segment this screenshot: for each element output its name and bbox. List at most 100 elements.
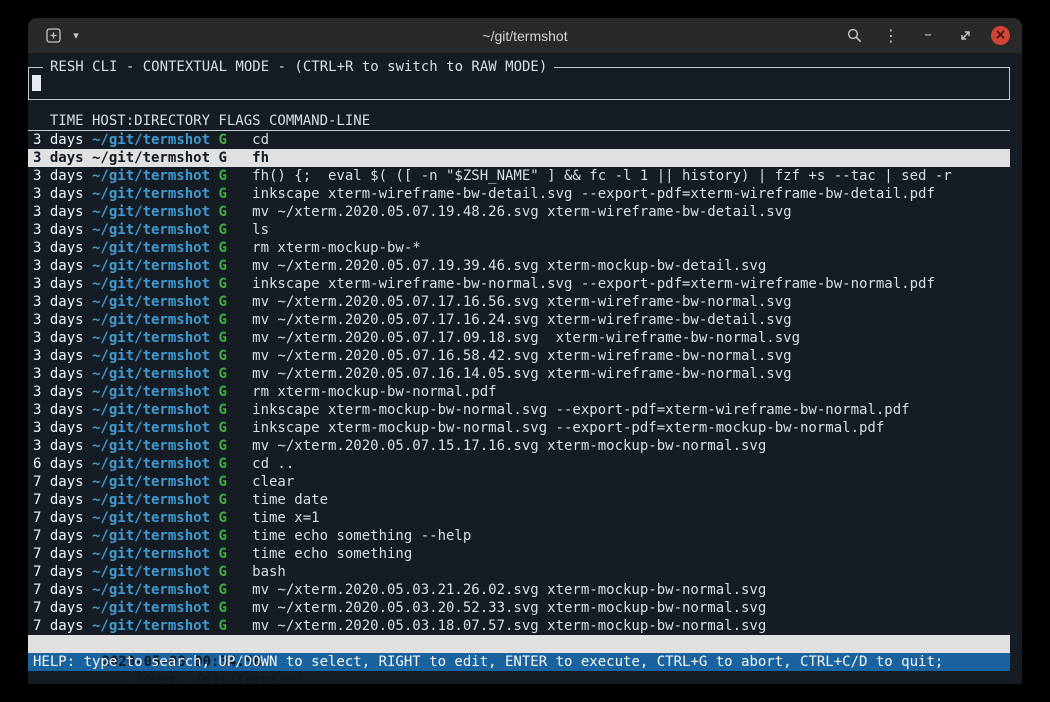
history-row[interactable]: 7 days~/git/termshotGtime date (28, 491, 1010, 509)
row-flags: G (218, 491, 243, 509)
new-tab-button[interactable] (42, 25, 64, 47)
row-host: ~/git/termshot (92, 257, 210, 275)
row-command: inkscape xterm-mockup-bw-normal.svg --ex… (252, 419, 884, 437)
history-row[interactable]: 7 days~/git/termshotGbash (28, 563, 1010, 581)
row-host: ~/git/termshot (92, 545, 210, 563)
history-row[interactable]: 3 days~/git/termshotGinkscape xterm-mock… (28, 419, 1010, 437)
history-row[interactable]: 3 days~/git/termshotGinkscape xterm-wire… (28, 185, 1010, 203)
row-command: time echo something --help (252, 527, 471, 545)
status-location: tower:~/git/termshot (135, 672, 304, 684)
row-time: 3 days (33, 311, 84, 329)
resh-mode-title: RESH CLI - CONTEXTUAL MODE - (CTRL+R to … (43, 58, 554, 76)
row-host: ~/git/termshot (92, 437, 210, 455)
history-row[interactable]: 3 days~/git/termshotGfh (28, 149, 1010, 167)
history-row[interactable]: 7 days~/git/termshotGmv ~/xterm.2020.05.… (28, 581, 1010, 599)
menu-button[interactable]: ⋮ (880, 25, 902, 47)
history-list: 3 days~/git/termshotGcd3 days~/git/terms… (28, 131, 1010, 635)
row-flags: G (218, 221, 243, 239)
history-row[interactable]: 7 days~/git/termshotGtime echo something (28, 545, 1010, 563)
history-row[interactable]: 3 days~/git/termshotGinkscape xterm-wire… (28, 275, 1010, 293)
row-flags: G (218, 617, 243, 635)
close-button[interactable]: × (991, 26, 1010, 45)
history-row[interactable]: 3 days~/git/termshotGmv ~/xterm.2020.05.… (28, 203, 1010, 221)
row-command: time date (252, 491, 328, 509)
row-time: 7 days (33, 599, 84, 617)
history-row[interactable]: 7 days~/git/termshotGtime echo something… (28, 527, 1010, 545)
history-row[interactable]: 3 days~/git/termshotGrm xterm-mockup-bw-… (28, 239, 1010, 257)
row-time: 3 days (33, 203, 84, 221)
row-time: 3 days (33, 365, 84, 383)
row-command: inkscape xterm-wireframe-bw-detail.svg -… (252, 185, 935, 203)
titlebar-right-controls: ⋮ – × (843, 25, 1010, 47)
row-flags: G (218, 527, 243, 545)
titlebar[interactable]: ▾ ~/git/termshot ⋮ – (28, 18, 1022, 54)
row-flags: G (218, 509, 243, 527)
row-time: 3 days (33, 239, 84, 257)
row-host: ~/git/termshot (92, 185, 210, 203)
new-tab-icon (45, 27, 62, 44)
row-command: cd (252, 131, 269, 149)
row-flags: G (218, 329, 243, 347)
row-host: ~/git/termshot (92, 491, 210, 509)
search-button[interactable] (843, 25, 865, 47)
row-host: ~/git/termshot (92, 221, 210, 239)
row-time: 7 days (33, 527, 84, 545)
row-time: 7 days (33, 509, 84, 527)
history-row[interactable]: 3 days~/git/termshotGfh() {; eval $( ([ … (28, 167, 1010, 185)
history-row[interactable]: 3 days~/git/termshotGinkscape xterm-mock… (28, 401, 1010, 419)
row-host: ~/git/termshot (92, 365, 210, 383)
history-row[interactable]: 3 days~/git/termshotGmv ~/xterm.2020.05.… (28, 365, 1010, 383)
row-host: ~/git/termshot (92, 131, 210, 149)
row-command: fh() {; eval $( ([ -n "$ZSH_NAME" ] && f… (252, 167, 952, 185)
row-time: 3 days (33, 419, 84, 437)
row-command: mv ~/xterm.2020.05.07.15.17.16.svg xterm… (252, 437, 766, 455)
row-host: ~/git/termshot (92, 149, 210, 167)
history-row[interactable]: 3 days~/git/termshotGmv ~/xterm.2020.05.… (28, 311, 1010, 329)
row-host: ~/git/termshot (92, 563, 210, 581)
row-time: 3 days (33, 347, 84, 365)
history-row[interactable]: 3 days~/git/termshotGmv ~/xterm.2020.05.… (28, 293, 1010, 311)
history-row[interactable]: 7 days~/git/termshotGmv ~/xterm.2020.05.… (28, 617, 1010, 635)
row-host: ~/git/termshot (92, 383, 210, 401)
history-row[interactable]: 3 days~/git/termshotGmv ~/xterm.2020.05.… (28, 257, 1010, 275)
maximize-button[interactable] (954, 25, 976, 47)
history-row[interactable]: 7 days~/git/termshotGclear (28, 473, 1010, 491)
row-command: fh (252, 149, 269, 167)
history-row[interactable]: 3 days~/git/termshotGmv ~/xterm.2020.05.… (28, 329, 1010, 347)
row-host: ~/git/termshot (92, 239, 210, 257)
row-command: bash (252, 563, 286, 581)
row-command: inkscape xterm-mockup-bw-normal.svg --ex… (252, 401, 909, 419)
minimize-button[interactable]: – (917, 25, 939, 47)
row-time: 3 days (33, 149, 84, 167)
history-row[interactable]: 3 days~/git/termshotGmv ~/xterm.2020.05.… (28, 347, 1010, 365)
history-row[interactable]: 7 days~/git/termshotGtime x=1 (28, 509, 1010, 527)
terminal-screen[interactable]: RESH CLI - CONTEXTUAL MODE - (CTRL+R to … (28, 67, 1022, 684)
row-host: ~/git/termshot (92, 599, 210, 617)
row-command: clear (252, 473, 294, 491)
row-host: ~/git/termshot (92, 617, 210, 635)
search-input-box[interactable]: RESH CLI - CONTEXTUAL MODE - (CTRL+R to … (28, 67, 1010, 100)
row-flags: G (218, 347, 243, 365)
new-tab-dropdown-button[interactable]: ▾ (65, 25, 87, 47)
row-time: 3 days (33, 329, 84, 347)
row-host: ~/git/termshot (92, 293, 210, 311)
history-row[interactable]: 6 days~/git/termshotGcd .. (28, 455, 1010, 473)
row-time: 7 days (33, 545, 84, 563)
history-row[interactable]: 7 days~/git/termshotGmv ~/xterm.2020.05.… (28, 599, 1010, 617)
row-command: mv ~/xterm.2020.05.07.17.16.56.svg xterm… (252, 293, 791, 311)
row-time: 7 days (33, 473, 84, 491)
history-row[interactable]: 3 days~/git/termshotGls (28, 221, 1010, 239)
history-header: TIME HOST:DIRECTORY FLAGS COMMAND-LINE (28, 112, 1010, 131)
minimize-icon: – (924, 25, 932, 43)
row-flags: G (218, 581, 243, 599)
row-host: ~/git/termshot (92, 347, 210, 365)
row-host: ~/git/termshot (92, 275, 210, 293)
row-flags: G (218, 131, 243, 149)
kebab-menu-icon: ⋮ (883, 26, 899, 45)
row-flags: G (218, 545, 243, 563)
history-row[interactable]: 3 days~/git/termshotGmv ~/xterm.2020.05.… (28, 437, 1010, 455)
screenshot-background: ▾ ~/git/termshot ⋮ – (0, 0, 1050, 702)
history-row[interactable]: 3 days~/git/termshotGrm xterm-mockup-bw-… (28, 383, 1010, 401)
history-row[interactable]: 3 days~/git/termshotGcd (28, 131, 1010, 149)
terminal-window: ▾ ~/git/termshot ⋮ – (28, 18, 1022, 684)
